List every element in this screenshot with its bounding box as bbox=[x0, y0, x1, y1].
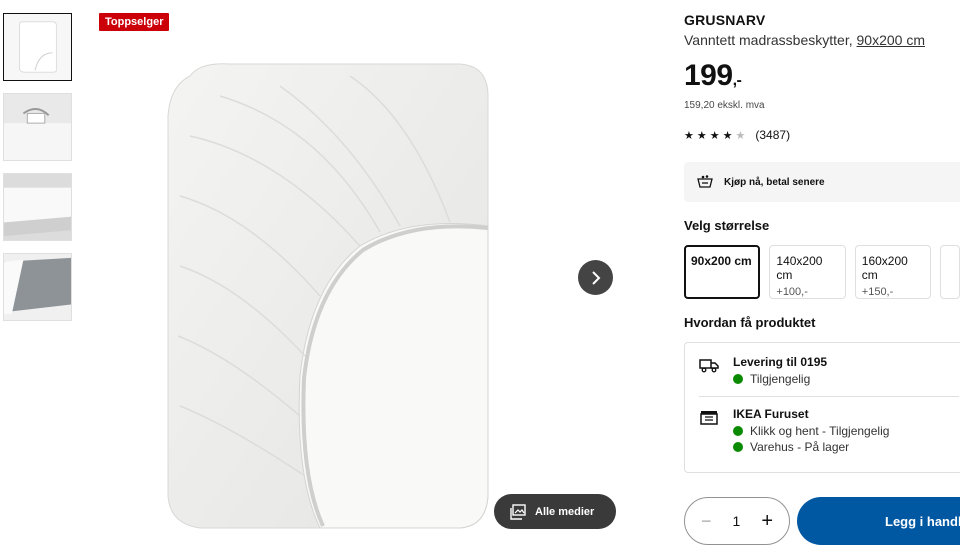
store-icon bbox=[700, 411, 718, 425]
size-options: 90x200 cm 140x200 cm +100,- 160x200 cm +… bbox=[684, 245, 960, 299]
size-label: 90x200 cm bbox=[691, 254, 752, 268]
available-dot-icon bbox=[733, 374, 743, 384]
half-star-icon: ★ bbox=[735, 129, 746, 142]
home-delivery-row[interactable]: Levering til 0195 Tilgjengelig bbox=[699, 351, 959, 396]
product-price: 199,- bbox=[684, 58, 960, 99]
thumbnail-3[interactable] bbox=[3, 173, 72, 241]
bestseller-badge: Toppselger bbox=[99, 13, 170, 31]
thumbnail-list bbox=[3, 13, 73, 333]
chevron-right-icon bbox=[591, 270, 600, 285]
size-label: 160x200 cm bbox=[861, 254, 908, 282]
star-icon: ★ bbox=[696, 129, 707, 142]
decrease-quantity-button[interactable]: − bbox=[701, 511, 712, 532]
rating-stars: ★ ★ ★ ★ ★ bbox=[684, 129, 745, 142]
quantity-stepper: − 1 + bbox=[684, 497, 790, 545]
thumbnail-4[interactable] bbox=[3, 253, 72, 321]
klarna-icon bbox=[697, 175, 713, 188]
store-title: IKEA Furuset bbox=[733, 407, 809, 421]
available-dot-icon bbox=[733, 442, 743, 452]
thumbnail-2[interactable] bbox=[3, 93, 72, 161]
star-icon: ★ bbox=[684, 129, 694, 142]
size-option-more[interactable] bbox=[940, 245, 960, 299]
all-media-label: Alle medier bbox=[535, 505, 595, 518]
klarna-label: Kjøp nå, betal senere bbox=[724, 176, 825, 188]
delivery-status: Tilgjengelig bbox=[733, 372, 827, 386]
size-extra-price: +100,- bbox=[776, 286, 808, 298]
gallery-icon bbox=[510, 503, 526, 520]
size-option-160x200[interactable]: 160x200 cm +150,- bbox=[854, 245, 932, 299]
size-extra-price: +150,- bbox=[861, 286, 894, 298]
main-product-image bbox=[160, 56, 500, 536]
quantity-value[interactable]: 1 bbox=[733, 513, 741, 529]
store-status-2-text: Varehus - På lager bbox=[750, 440, 850, 454]
store-status-2: Varehus - På lager bbox=[733, 440, 889, 454]
price-excl-vat: 159,20 ekskl. mva bbox=[684, 100, 765, 111]
size-option-140x200[interactable]: 140x200 cm +100,- bbox=[769, 245, 846, 299]
rating[interactable]: ★ ★ ★ ★ ★ (3487) bbox=[684, 128, 960, 142]
available-dot-icon bbox=[733, 426, 743, 436]
delivery-section-title: Hvordan få produktet bbox=[684, 315, 816, 330]
truck-icon bbox=[699, 359, 719, 373]
product-info: GRUSNARV Vanntett madrassbeskytter, 90x2… bbox=[684, 12, 960, 473]
store-row[interactable]: IKEA Furuset Klikk og hent - Tilgjengeli… bbox=[699, 396, 959, 464]
size-section-title: Velg størrelse bbox=[684, 218, 770, 233]
delivery-box: Levering til 0195 Tilgjengelig IKEA Furu… bbox=[684, 342, 960, 473]
star-icon: ★ bbox=[709, 129, 720, 142]
description-text: Vanntett madrassbeskytter, bbox=[684, 32, 853, 48]
all-media-button[interactable]: Alle medier bbox=[494, 494, 616, 529]
product-description: Vanntett madrassbeskytter, 90x200 cm bbox=[684, 32, 960, 48]
rating-count: (3487) bbox=[755, 128, 791, 142]
add-to-cart-button[interactable]: Legg i handlekurv bbox=[797, 497, 960, 545]
product-brand: GRUSNARV bbox=[684, 12, 766, 28]
store-status-1: Klikk og hent - Tilgjengelig bbox=[733, 424, 889, 438]
size-option-90x200[interactable]: 90x200 cm bbox=[684, 245, 761, 299]
size-label: 140x200 cm bbox=[776, 254, 823, 282]
add-to-cart-label: Legg i handlekurv bbox=[885, 513, 960, 529]
store-status-1-text: Klikk og hent - Tilgjengelig bbox=[750, 424, 890, 438]
increase-quantity-button[interactable]: + bbox=[761, 510, 773, 533]
next-image-button[interactable] bbox=[578, 260, 613, 295]
star-icon: ★ bbox=[722, 129, 733, 142]
price-main: 199 bbox=[684, 59, 733, 92]
klarna-banner[interactable]: Kjøp nå, betal senere bbox=[684, 162, 960, 202]
price-suffix: ,- bbox=[732, 72, 742, 89]
delivery-title: Levering til 0195 bbox=[733, 355, 828, 369]
size-link[interactable]: 90x200 cm bbox=[857, 32, 925, 48]
thumbnail-1[interactable] bbox=[3, 13, 72, 81]
delivery-status-text: Tilgjengelig bbox=[750, 372, 811, 386]
